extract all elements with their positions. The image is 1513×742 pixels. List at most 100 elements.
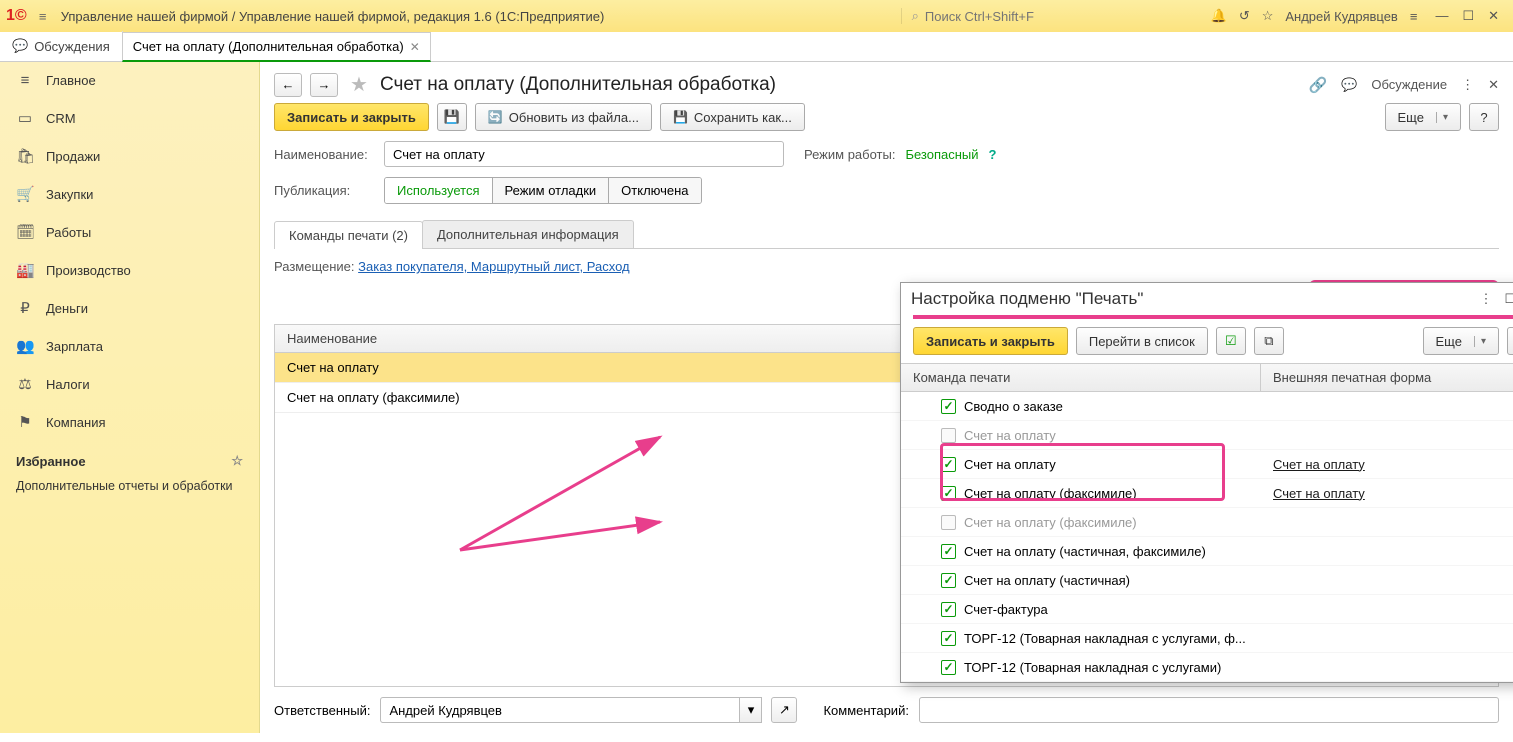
checkbox[interactable]: ✓ xyxy=(941,486,956,501)
label: Записать и закрыть xyxy=(287,110,416,125)
popup-row[interactable]: ✓Счет на оплатуСчет на оплату xyxy=(901,450,1513,479)
chevron-down-icon: ▾ xyxy=(1474,336,1486,347)
maximize-icon[interactable]: ☐ xyxy=(1462,8,1474,24)
responsible-input[interactable] xyxy=(380,697,740,723)
popup-check-all-button[interactable]: ☑ xyxy=(1216,327,1246,355)
help-button[interactable]: ? xyxy=(1469,103,1499,131)
discussions-label: Обсуждения xyxy=(34,39,110,54)
nav-sales[interactable]: 🛍Продажи xyxy=(0,137,259,175)
popup-more-button[interactable]: Еще▾ xyxy=(1423,327,1499,355)
responsible-open-icon[interactable]: ↗ xyxy=(771,697,797,723)
row-label: Счет на оплату (факсимиле) xyxy=(964,486,1137,501)
discussion-icon[interactable]: 💬 xyxy=(1341,77,1357,93)
checkbox[interactable]: ✓ xyxy=(941,631,956,646)
label: Обновить из файла... xyxy=(509,110,639,125)
nav-main[interactable]: ≡Главное xyxy=(0,62,259,99)
popup-row[interactable]: ✓ Счет на оплату (частичная) xyxy=(901,566,1513,595)
forward-button[interactable]: → xyxy=(310,73,338,97)
publication-segmented: Используется Режим отладки Отключена xyxy=(384,177,702,204)
popup-row[interactable]: ✓Счет на оплату (частичная, факсимиле) xyxy=(901,537,1513,566)
calendar-icon: 🗓 xyxy=(16,223,34,241)
global-search[interactable]: ⌕ xyxy=(901,8,1201,24)
user-name[interactable]: Андрей Кудрявцев xyxy=(1285,9,1397,24)
hamburger-icon[interactable]: ≡ xyxy=(33,9,53,24)
responsible-label: Ответственный: xyxy=(274,703,370,718)
popup-row[interactable]: Счет на оплату (факсимиле) xyxy=(901,508,1513,537)
favorite-toggle-icon[interactable]: ★ xyxy=(350,72,368,97)
row-label: Счет на оплату (частичная) xyxy=(964,573,1130,588)
search-input[interactable] xyxy=(925,9,1175,24)
people-icon: 👥 xyxy=(16,337,34,355)
close-form-icon[interactable]: ✕ xyxy=(1488,77,1499,93)
checkbox[interactable]: ✓ xyxy=(941,602,956,617)
minimize-icon[interactable]: — xyxy=(1435,8,1448,24)
history-icon[interactable]: ↺ xyxy=(1239,8,1250,24)
nav-label: Производство xyxy=(46,263,131,278)
nav-crm[interactable]: ▭CRM xyxy=(0,99,259,137)
checkbox[interactable] xyxy=(941,515,956,530)
nav-production[interactable]: 🏭Производство xyxy=(0,251,259,289)
tab-additional-info[interactable]: Дополнительная информация xyxy=(422,220,634,248)
mode-label: Режим работы: xyxy=(804,147,895,162)
nav-label: Главное xyxy=(46,73,96,88)
popup-row[interactable]: ✓ТОРГ-12 (Товарная накладная с услугами,… xyxy=(901,624,1513,653)
update-from-file-button[interactable]: 🔄Обновить из файла... xyxy=(475,103,652,131)
nav-salary[interactable]: 👥Зарплата xyxy=(0,327,259,365)
popup-help-button[interactable]: ? xyxy=(1507,327,1513,355)
link-icon[interactable]: 🔗 xyxy=(1308,76,1327,94)
kebab-icon[interactable]: ⋮ xyxy=(1461,77,1474,93)
popup-row[interactable]: ✓ТОРГ-12 (Товарная накладная с услугами) xyxy=(901,653,1513,682)
pub-option-off[interactable]: Отключена xyxy=(609,178,700,203)
favorites-item[interactable]: Дополнительные отчеты и обработки xyxy=(0,473,259,499)
star-icon[interactable]: ☆ xyxy=(1262,8,1274,24)
checkbox[interactable]: ✓ xyxy=(941,660,956,675)
pub-option-debug[interactable]: Режим отладки xyxy=(493,178,610,203)
popup-row[interactable]: ✓ Счет на оплату (факсимиле) Счет на оплат… xyxy=(901,479,1513,508)
popup-row[interactable]: ✓Сводно о заказе xyxy=(901,392,1513,421)
nav-taxes[interactable]: ⚖Налоги xyxy=(0,365,259,403)
tab-print-commands[interactable]: Команды печати (2) xyxy=(274,221,423,249)
checkbox[interactable]: ✓ xyxy=(941,399,956,414)
checkbox[interactable]: ✓ xyxy=(941,544,956,559)
popup-row[interactable]: Счет на оплату xyxy=(901,421,1513,450)
bell-icon[interactable]: 🔔 xyxy=(1211,8,1227,24)
nav-purchases[interactable]: 🛒 Закупки xyxy=(0,175,259,213)
pub-option-used[interactable]: Используется xyxy=(385,178,493,203)
cart-icon: 🛒 xyxy=(16,185,34,203)
mode-help-icon[interactable]: ? xyxy=(989,147,997,162)
comment-input[interactable] xyxy=(919,697,1499,723)
save-button[interactable]: 💾 xyxy=(437,103,467,131)
popup-maximize-icon[interactable]: ☐ xyxy=(1504,291,1513,307)
back-button[interactable]: ← xyxy=(274,73,302,97)
discussions-tab[interactable]: 💬 Обсуждения xyxy=(0,31,123,61)
popup-kebab-icon[interactable]: ⋮ xyxy=(1479,291,1492,307)
more-button[interactable]: Еще▾ xyxy=(1385,103,1461,131)
row-link[interactable]: Счет на оплату xyxy=(1273,457,1365,472)
sidebar: ≡Главное ▭CRM 🛍Продажи 🛒Закупки 🗓Работы … xyxy=(0,62,260,733)
popup-save-close-button[interactable]: Записать и закрыть xyxy=(913,327,1068,355)
check-all-icon: ☑ xyxy=(1225,333,1237,349)
nav-company[interactable]: ⚑Компания xyxy=(0,403,259,441)
popup-row[interactable]: ✓Счет-фактура xyxy=(901,595,1513,624)
nav-label: Закупки xyxy=(46,187,93,202)
row-link[interactable]: Счет на оплату xyxy=(1273,486,1365,501)
nav-money[interactable]: ₽Деньги xyxy=(0,289,259,327)
responsible-dropdown-icon[interactable]: ▾ xyxy=(740,697,762,723)
close-icon[interactable]: ✕ xyxy=(1488,8,1499,24)
tab-close-icon[interactable]: ✕ xyxy=(410,40,420,54)
discussion-label[interactable]: Обсуждение xyxy=(1371,77,1447,92)
star-outline-icon[interactable]: ☆ xyxy=(231,453,243,469)
popup-copy-button[interactable]: ⧉ xyxy=(1254,327,1284,355)
checkbox[interactable]: ✓ xyxy=(941,457,956,472)
name-input[interactable] xyxy=(384,141,784,167)
settings-icon[interactable]: ≡ xyxy=(1410,9,1418,24)
checkbox[interactable] xyxy=(941,428,956,443)
popup-go-list-button[interactable]: Перейти в список xyxy=(1076,327,1208,355)
placement-link[interactable]: Заказ покупателя, Маршрутный лист, Расхо… xyxy=(358,259,630,274)
save-and-close-button[interactable]: Записать и закрыть xyxy=(274,103,429,131)
nav-label: Продажи xyxy=(46,149,100,164)
save-as-button[interactable]: 💾Сохранить как... xyxy=(660,103,805,131)
document-tab[interactable]: Счет на оплату (Дополнительная обработка… xyxy=(122,32,431,62)
nav-works[interactable]: 🗓Работы xyxy=(0,213,259,251)
checkbox[interactable]: ✓ xyxy=(941,573,956,588)
